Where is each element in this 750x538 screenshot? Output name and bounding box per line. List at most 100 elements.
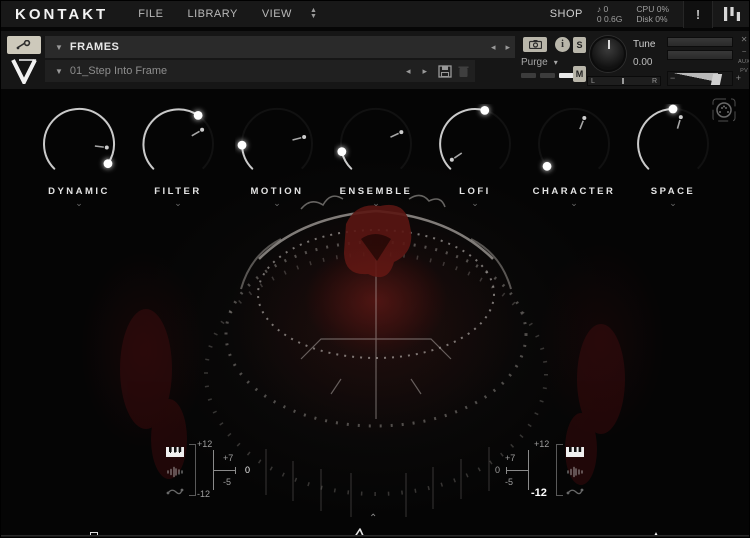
scale-a-tick (235, 467, 236, 474)
instrument-title-bar[interactable]: ▼ FRAMES ◂ ▸ (45, 36, 515, 58)
link-icon[interactable] (566, 487, 584, 496)
knob-menu-caret-icon[interactable]: ⌄ (136, 199, 220, 207)
fader-plus-label: + (736, 73, 741, 83)
macro-knob-dynamic[interactable]: DYNAMIC ⌄ (37, 104, 121, 207)
knob-label: FILTER (136, 186, 220, 197)
knob-dial[interactable] (136, 104, 220, 184)
macro-knob-filter[interactable]: FILTER ⌄ (136, 104, 220, 207)
solo-button[interactable]: S (573, 37, 586, 53)
spin-down-icon[interactable]: ▼ (310, 14, 317, 20)
minimize-icon[interactable]: − (742, 47, 747, 56)
macro-knob-space[interactable]: SPACE ⌄ (631, 104, 715, 207)
layer-b-bracket (556, 444, 563, 496)
layer-a-transpose-scale[interactable]: +12 +7 -5 -12 0 (197, 439, 261, 501)
next-preset-icon[interactable]: ▸ (417, 66, 432, 77)
memory-usage: 0 0.6G (597, 14, 623, 24)
edit-instrument-button[interactable] (7, 36, 41, 54)
prev-instrument-icon[interactable]: ◂ (486, 42, 501, 53)
cpu-usage: CPU 0% (636, 4, 669, 14)
pan-left-label: L (591, 78, 595, 85)
expand-caret-icon[interactable]: ⌃ (369, 513, 377, 524)
macro-knob-lofi[interactable]: LOFI ⌄ (433, 104, 517, 207)
pan-slider[interactable]: L R (587, 76, 661, 86)
knob-menu-caret-icon[interactable]: ⌄ (433, 199, 517, 207)
waveform-icon[interactable] (566, 466, 584, 478)
camera-icon (529, 40, 542, 49)
kontakt-logo: KONTAKT (15, 6, 108, 23)
knob-menu-caret-icon[interactable]: ⌄ (235, 199, 319, 207)
macro-knob-ensemble[interactable]: ENSEMBLE ⌄ (334, 104, 418, 207)
volume-fader[interactable]: − + (667, 71, 733, 86)
pan-center-marker (622, 78, 624, 84)
collapse-caret-icon[interactable]: ▼ (55, 43, 63, 52)
prev-preset-icon[interactable]: ◂ (401, 66, 416, 77)
layer-b-transpose-scale[interactable]: 0 +7 -5 +12 -12 (493, 439, 557, 501)
rack-scroll-spinner[interactable]: ▲ ▼ (310, 8, 317, 20)
fader-handle[interactable] (711, 74, 722, 85)
pv-toggle[interactable]: PV (740, 68, 748, 74)
scale-b-hline (506, 470, 528, 471)
instrument-title: FRAMES (70, 41, 119, 53)
waveform-icon[interactable] (166, 466, 184, 478)
purge-dropdown[interactable]: Purge ▾ (521, 57, 558, 68)
scale-b-zero: 0 (495, 465, 500, 475)
knob-label: LOFI (433, 186, 517, 197)
info-button[interactable]: i (555, 37, 570, 52)
mute-button[interactable]: M (573, 66, 586, 82)
knob-dial[interactable] (631, 104, 715, 184)
menu-file[interactable]: FILE (126, 0, 175, 28)
knob-label: MOTION (235, 186, 319, 197)
scale-a-bottom: -12 (197, 489, 210, 499)
knob-dial[interactable] (334, 104, 418, 184)
knob-dial[interactable] (235, 104, 319, 184)
wrench-icon (16, 40, 32, 50)
cpu-disk-readout: CPU 0% Disk 0% (636, 4, 669, 24)
knob-menu-caret-icon[interactable]: ⌄ (37, 199, 121, 207)
tune-knob[interactable] (590, 36, 626, 72)
knob-dial[interactable] (433, 104, 517, 184)
trash-icon[interactable] (458, 65, 469, 78)
preset-caret-icon[interactable]: ▼ (55, 67, 63, 76)
remove-instrument-icon[interactable]: ✕ (741, 35, 748, 44)
link-icon[interactable] (166, 487, 184, 496)
layer-a-bracket (189, 444, 196, 496)
knob-dial[interactable] (37, 104, 121, 184)
scale-b-lower: -5 (505, 477, 513, 487)
preset-bar[interactable]: ▼ 01_Step Into Frame ◂ ▸ (45, 60, 475, 82)
scale-a-lower: -5 (223, 477, 231, 487)
knob-label: DYNAMIC (37, 186, 121, 197)
menu-view[interactable]: VIEW (250, 0, 304, 28)
next-instrument-icon[interactable]: ▸ (500, 42, 515, 53)
pan-right-label: R (652, 78, 657, 85)
aux-toggle[interactable]: AUX (738, 59, 750, 65)
header-side-controls: ✕ − AUX PV (738, 35, 750, 74)
knob-label: ENSEMBLE (334, 186, 418, 197)
menu-library[interactable]: LIBRARY (175, 0, 249, 28)
ni-logo-icon[interactable] (713, 0, 750, 28)
scale-a-top: +12 (197, 439, 212, 449)
save-icon[interactable] (438, 65, 452, 78)
keyboard-icon[interactable] (166, 447, 184, 457)
voices-memory-readout: ♪ 0 0 0.6G (597, 4, 623, 24)
tune-value: 0.00 (633, 57, 652, 68)
voices-count: ♪ 0 (597, 4, 623, 14)
knob-menu-caret-icon[interactable]: ⌄ (532, 199, 616, 207)
knob-label: CHARACTER (532, 186, 616, 197)
macro-knob-motion[interactable]: MOTION ⌄ (235, 104, 319, 207)
snapshot-camera-button[interactable] (523, 37, 547, 52)
purge-caret-icon: ▾ (554, 58, 558, 67)
layer-a-transpose-value: 0 (245, 465, 250, 475)
shop-link[interactable]: SHOP (536, 8, 597, 20)
knob-dial[interactable] (532, 104, 616, 184)
output-channel-meters (521, 73, 574, 78)
knob-menu-caret-icon[interactable]: ⌄ (631, 199, 715, 207)
scale-b-top: +12 (534, 439, 549, 449)
scale-b-vline (528, 450, 529, 490)
macro-knob-character[interactable]: CHARACTER ⌄ (532, 104, 616, 207)
instrument-header: ▼ FRAMES ◂ ▸ ▼ 01_Step Into Frame ◂ ▸ (1, 31, 750, 89)
layer-b-transpose-value: -12 (531, 487, 547, 499)
layer-b-mode-icons (566, 447, 584, 496)
keyboard-icon[interactable] (566, 447, 584, 457)
warning-button[interactable]: ! (683, 0, 713, 28)
knob-menu-caret-icon[interactable]: ⌄ (334, 199, 418, 207)
